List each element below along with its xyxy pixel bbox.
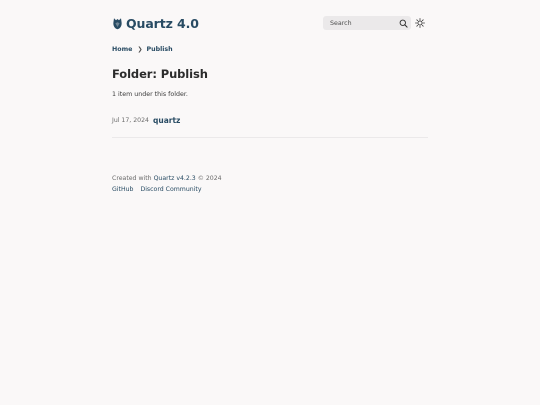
- footer: Created with Quartz v4.2.3 © 2024 GitHub…: [112, 174, 222, 194]
- breadcrumb: Home ❯ Publish: [112, 46, 173, 53]
- content-divider: [112, 137, 428, 138]
- search-bar[interactable]: Search: [323, 16, 411, 30]
- list-item-link[interactable]: quartz: [153, 116, 180, 125]
- sun-icon[interactable]: [415, 18, 425, 28]
- footer-discord-link[interactable]: Discord Community: [140, 186, 201, 193]
- list-item: Jul 17, 2024 quartz: [112, 115, 180, 125]
- folder-item-count: 1 item under this folder.: [112, 91, 188, 98]
- search-icon: [399, 19, 408, 28]
- breadcrumb-current: Publish: [146, 46, 173, 53]
- footer-credits: Created with Quartz v4.2.3 © 2024: [112, 174, 222, 183]
- brand-title[interactable]: Quartz 4.0: [126, 16, 199, 31]
- breadcrumb-home-link[interactable]: Home: [112, 46, 132, 53]
- page: Quartz 4.0 Search Home ❯ Publish Folder:…: [0, 0, 540, 405]
- footer-github-link[interactable]: GitHub: [112, 186, 133, 193]
- list-item-date: Jul 17, 2024: [112, 116, 149, 124]
- page-title: Folder: Publish: [112, 67, 208, 81]
- footer-quartz-link[interactable]: Quartz v4.2.3: [154, 175, 196, 182]
- brand[interactable]: Quartz 4.0: [112, 12, 199, 34]
- search-placeholder: Search: [330, 19, 352, 27]
- breadcrumb-separator: ❯: [137, 46, 143, 53]
- footer-links: GitHub Discord Community: [112, 185, 222, 194]
- header: Quartz 4.0 Search: [112, 12, 428, 34]
- footer-copyright: © 2024: [197, 175, 222, 182]
- footer-created-prefix: Created with: [112, 175, 152, 182]
- quartz-logo-icon: [113, 17, 122, 29]
